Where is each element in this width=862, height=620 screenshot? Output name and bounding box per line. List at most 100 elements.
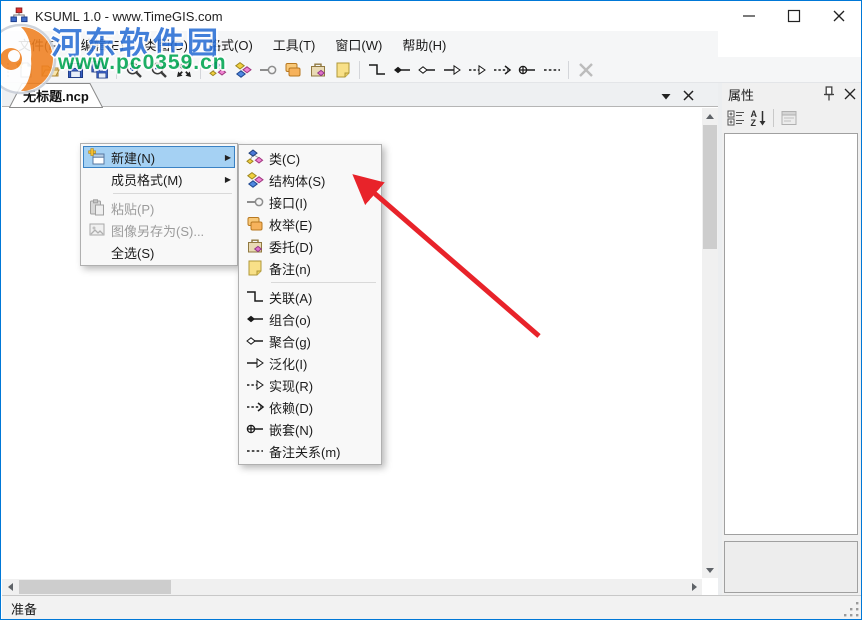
- app-window: KSUML 1.0 - www.TimeGIS.com 文件(F)编辑(E)类图…: [0, 0, 862, 620]
- properties-toolbar-separator: [773, 109, 774, 127]
- association-icon: [367, 60, 387, 80]
- realization-icon: [467, 60, 487, 80]
- submenu-item[interactable]: 委托(D): [241, 235, 379, 257]
- categorized-button[interactable]: [725, 107, 747, 129]
- submenu-item-label: 备注关系(m): [269, 442, 377, 461]
- context-menu-separator: [113, 193, 232, 194]
- minimize-icon: [739, 6, 759, 26]
- zoom-fit-button[interactable]: [172, 58, 195, 81]
- menubar-item[interactable]: 编辑(E): [71, 31, 134, 57]
- dependency-button[interactable]: [490, 58, 513, 81]
- menubar-item[interactable]: 帮助(H): [392, 31, 456, 57]
- horizontal-scrollbar[interactable]: [2, 579, 702, 595]
- submenu-item[interactable]: 组合(o): [241, 308, 379, 330]
- note-icon: [241, 258, 269, 278]
- submenu-item[interactable]: 关联(A): [241, 286, 379, 308]
- enum-button[interactable]: [281, 58, 304, 81]
- submenu-item[interactable]: 结构体(S): [241, 169, 379, 191]
- submenu-item[interactable]: 依赖(D): [241, 396, 379, 418]
- menubar-item[interactable]: 窗口(W): [325, 31, 392, 57]
- aggregation-button[interactable]: [415, 58, 438, 81]
- toolbar-grip: [5, 61, 10, 79]
- submenu-item[interactable]: 聚合(g): [241, 330, 379, 352]
- submenu-item[interactable]: 实现(R): [241, 374, 379, 396]
- pin-panel-button[interactable]: [820, 85, 838, 103]
- vertical-scroll-thumb[interactable]: [703, 125, 717, 249]
- scroll-up-button[interactable]: [702, 108, 718, 124]
- properties-title: 属性: [722, 85, 820, 104]
- submenu-item[interactable]: 类(C): [241, 147, 379, 169]
- note-button[interactable]: [331, 58, 354, 81]
- submenu-item-label: 实现(R): [269, 376, 377, 395]
- pin-icon: [819, 84, 839, 104]
- submenu-item[interactable]: 备注(n): [241, 257, 379, 279]
- delegate-icon: [308, 60, 328, 80]
- class-button[interactable]: [206, 58, 229, 81]
- maximize-button[interactable]: [771, 1, 816, 31]
- vertical-scrollbar[interactable]: [702, 108, 718, 578]
- submenu-item-label: 备注(n): [269, 259, 377, 278]
- open-folder-button[interactable]: [38, 58, 61, 81]
- scroll-right-button[interactable]: [686, 579, 702, 595]
- zoom-in-button[interactable]: [122, 58, 145, 81]
- tab-close-button[interactable]: [680, 87, 697, 104]
- enum-icon: [283, 60, 303, 80]
- properties-description: [724, 541, 858, 593]
- context-menu: 新建(N)▶成员格式(M)▶粘贴(P)图像另存为(S)...全选(S): [80, 143, 238, 266]
- submenu-item[interactable]: 嵌套(N): [241, 418, 379, 440]
- scroll-down-button[interactable]: [702, 562, 718, 578]
- menubar-item[interactable]: 格式(O): [198, 31, 263, 57]
- window-controls: [726, 1, 861, 31]
- submenu-item[interactable]: 枚举(E): [241, 213, 379, 235]
- menubar: 文件(F)编辑(E)类图(D)格式(O)工具(T)窗口(W)帮助(H): [2, 31, 718, 57]
- association-button[interactable]: [365, 58, 388, 81]
- generalization-button[interactable]: [440, 58, 463, 81]
- submenu-item[interactable]: 备注关系(m): [241, 440, 379, 462]
- interface-button[interactable]: [256, 58, 279, 81]
- delete-icon: [576, 60, 596, 80]
- realization-button[interactable]: [465, 58, 488, 81]
- composition-button[interactable]: [390, 58, 413, 81]
- close-button[interactable]: [816, 1, 861, 31]
- tab-list-dropdown-button[interactable]: [657, 87, 674, 104]
- context-menu-item-label: 全选(S): [111, 243, 233, 262]
- resize-grip-icon[interactable]: [844, 602, 859, 617]
- horizontal-scroll-thumb[interactable]: [19, 580, 171, 594]
- submenu-item[interactable]: 泛化(I): [241, 352, 379, 374]
- struct-button[interactable]: [231, 58, 254, 81]
- menubar-item[interactable]: 工具(T): [263, 31, 326, 57]
- zoom-in-icon: [124, 60, 144, 80]
- new-file-button[interactable]: [13, 58, 36, 81]
- statusbar: 准备: [2, 595, 862, 620]
- properties-panel: 属性 AZ: [722, 83, 862, 595]
- properties-list[interactable]: [724, 133, 858, 535]
- properties-header: 属性: [722, 83, 862, 105]
- save-all-button[interactable]: [88, 58, 111, 81]
- toolbar-separator: [359, 61, 360, 79]
- menubar-item[interactable]: 类图(D): [134, 31, 198, 57]
- zoom-out-button[interactable]: [147, 58, 170, 81]
- menubar-item[interactable]: 文件(F): [8, 31, 71, 57]
- save-button[interactable]: [63, 58, 86, 81]
- delegate-button[interactable]: [306, 58, 329, 81]
- save-image-icon: [83, 220, 111, 240]
- diagram-canvas[interactable]: 新建(N)▶成员格式(M)▶粘贴(P)图像另存为(S)...全选(S) 类(C)…: [2, 108, 718, 595]
- close-panel-button[interactable]: [841, 85, 859, 103]
- minimize-button[interactable]: [726, 1, 771, 31]
- nesting-button[interactable]: [515, 58, 538, 81]
- sort-az-button[interactable]: AZ: [747, 107, 769, 129]
- class-icon: [208, 60, 228, 80]
- scroll-left-button[interactable]: [2, 579, 18, 595]
- tab-untitled[interactable]: 无标题.ncp: [9, 83, 103, 108]
- submenu-item-label: 委托(D): [269, 237, 377, 256]
- delete-button[interactable]: [574, 58, 597, 81]
- struct-icon: [233, 60, 253, 80]
- context-menu-item[interactable]: 成员格式(M)▶: [83, 168, 235, 190]
- context-menu-item[interactable]: 全选(S): [83, 241, 235, 263]
- context-menu-item[interactable]: 新建(N)▶: [83, 146, 235, 168]
- close-icon: [829, 6, 849, 26]
- note-link-button[interactable]: [540, 58, 563, 81]
- close-icon: [840, 84, 860, 104]
- class-icon: [241, 148, 269, 168]
- submenu-item[interactable]: 接口(I): [241, 191, 379, 213]
